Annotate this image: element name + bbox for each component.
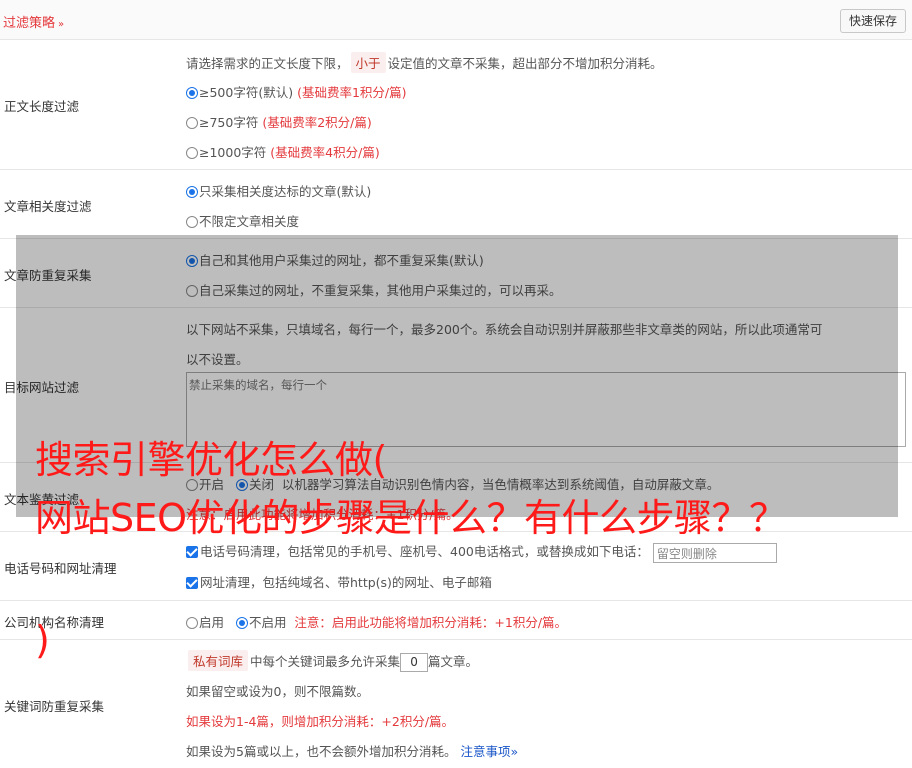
url-cleanup-option: 网址清理，包括纯域名、带http(s)的网址、电子邮箱 xyxy=(186,572,492,591)
length-option-1000-text: ≥1000字符 xyxy=(199,145,267,160)
contact-cleanup-label: 电话号码和网址清理 xyxy=(4,561,117,576)
relevance-option-strict-text: 只采集相关度达标的文章(默认) xyxy=(199,184,372,199)
radio-icon[interactable] xyxy=(235,617,248,629)
phone-cleanup-checkbox[interactable] xyxy=(186,546,198,558)
company-cleanup-label: 公司机构名称清理 xyxy=(4,615,105,630)
length-option-500[interactable]: ≥500字符(默认) (基础费率1积分/篇) xyxy=(186,82,407,101)
company-cleanup-row: 公司机构名称清理 启用 不启用 注意：启用此功能将增加积分消耗：+1积分/篇。 xyxy=(0,601,912,640)
length-tag-less-than: 小于 xyxy=(350,52,386,73)
phone-cleanup-text: 电话号码清理，包括常见的手机号、座机号、400电话格式，或替换成如下电话： xyxy=(200,544,649,559)
length-desc-pre: 请选择需求的正文长度下限， xyxy=(186,56,349,71)
notes-link[interactable]: 注意事项» xyxy=(460,744,518,759)
relevance-option-strict[interactable]: 只采集相关度达标的文章(默认) xyxy=(186,181,371,200)
length-option-1000-rate: (基础费率4积分/篇) xyxy=(270,145,380,160)
company-option-off-text: 不启用 xyxy=(248,615,287,630)
company-option-off[interactable]: 不启用 xyxy=(235,615,287,630)
length-desc: 请选择需求的正文长度下限， 小于 设定值的文章不采集，超出部分不增加积分消耗。 xyxy=(186,52,663,73)
length-option-500-text: ≥500字符(默认) xyxy=(199,85,294,100)
filter-strategy-toggle[interactable]: 过滤策略» xyxy=(3,12,64,31)
replace-phone-input[interactable]: 留空则删除 xyxy=(652,542,777,563)
url-cleanup-checkbox[interactable] xyxy=(186,577,198,589)
keyword-dedupe-row: 关键词防重复采集 私有词库 中每个关键词最多允许采集 0 篇文章。 如果留空或设为0，… xyxy=(0,640,912,768)
relevance-option-any-text: 不限定文章相关度 xyxy=(199,214,300,229)
radio-icon[interactable] xyxy=(186,117,198,129)
radio-icon[interactable] xyxy=(186,216,198,228)
quick-save-button[interactable]: 快速保存 xyxy=(839,9,906,33)
length-filter-row: 正文长度过滤 请选择需求的正文长度下限， 小于 设定值的文章不采集，超出部分不增加积… xyxy=(0,40,912,170)
keyword-line-3: 如果设为1-4篇，则增加积分消耗：+2积分/篇。 xyxy=(186,714,455,729)
keyword-line-4: 如果设为5篇或以上，也不会额外增加积分消耗。 注意事项» xyxy=(186,741,518,760)
length-filter-label: 正文长度过滤 xyxy=(4,99,80,114)
length-option-750[interactable]: ≥750字符 (基础费率2积分/篇) xyxy=(186,112,372,131)
watermark-line-3: ) xyxy=(35,618,50,662)
radio-icon[interactable] xyxy=(186,87,198,99)
company-option-on[interactable]: 启用 xyxy=(186,615,224,630)
chevron-down-icon: » xyxy=(58,19,65,30)
relevance-filter-label: 文章相关度过滤 xyxy=(4,199,92,214)
filter-header: 过滤策略» 快速保存 xyxy=(0,0,912,40)
length-option-500-rate: (基础费率1积分/篇) xyxy=(297,85,407,100)
length-desc-post: 设定值的文章不采集，超出部分不增加积分消耗。 xyxy=(387,56,663,71)
company-option-on-text: 启用 xyxy=(199,615,225,630)
notes-link-text: 注意事项 xyxy=(460,744,511,759)
radio-icon[interactable] xyxy=(186,147,198,159)
company-note: 注意：启用此功能将增加积分消耗：+1积分/篇。 xyxy=(294,615,568,630)
relevance-filter-row: 文章相关度过滤 只采集相关度达标的文章(默认) 不限定文章相关度 xyxy=(0,170,912,239)
watermark-line-2: 网站SEO优化的步骤是什么？有什么步骤？？ xyxy=(35,496,787,540)
length-option-750-rate: (基础费率2积分/篇) xyxy=(262,115,372,130)
keyword-line-1-pre: 中每个关键词最多允许采集 xyxy=(250,654,401,669)
contact-cleanup-row: 电话号码和网址清理 电话号码清理，包括常见的手机号、座机号、400电话格式，或替… xyxy=(0,532,912,601)
phone-cleanup-option: 电话号码清理，包括常见的手机号、座机号、400电话格式，或替换成如下电话： 留空… xyxy=(186,541,777,563)
relevance-option-any[interactable]: 不限定文章相关度 xyxy=(186,211,299,230)
chevron-down-icon: » xyxy=(510,744,519,759)
keyword-dedupe-label: 关键词防重复采集 xyxy=(4,699,105,714)
company-options: 启用 不启用 注意：启用此功能将增加积分消耗：+1积分/篇。 xyxy=(186,612,567,631)
header-title: 过滤策略 xyxy=(3,16,56,31)
length-option-1000[interactable]: ≥1000字符 (基础费率4积分/篇) xyxy=(186,142,380,161)
watermark-line-1: 搜索引擎优化怎么做( xyxy=(35,438,387,482)
keyword-line-2: 如果留空或设为0，则不限篇数。 xyxy=(186,684,369,699)
radio-icon[interactable] xyxy=(186,617,198,629)
length-option-750-text: ≥750字符 xyxy=(199,115,259,130)
radio-icon[interactable] xyxy=(186,186,198,198)
keyword-line-4-text: 如果设为5篇或以上，也不会额外增加积分消耗。 xyxy=(186,744,457,759)
keyword-line-1: 私有词库 中每个关键词最多允许采集 0 篇文章。 xyxy=(186,650,478,672)
url-cleanup-text: 网址清理，包括纯域名、带http(s)的网址、电子邮箱 xyxy=(200,575,492,590)
max-articles-input[interactable]: 0 xyxy=(400,653,429,672)
keyword-line-1-post: 篇文章。 xyxy=(428,654,479,669)
private-lexicon-tag[interactable]: 私有词库 xyxy=(188,650,249,671)
